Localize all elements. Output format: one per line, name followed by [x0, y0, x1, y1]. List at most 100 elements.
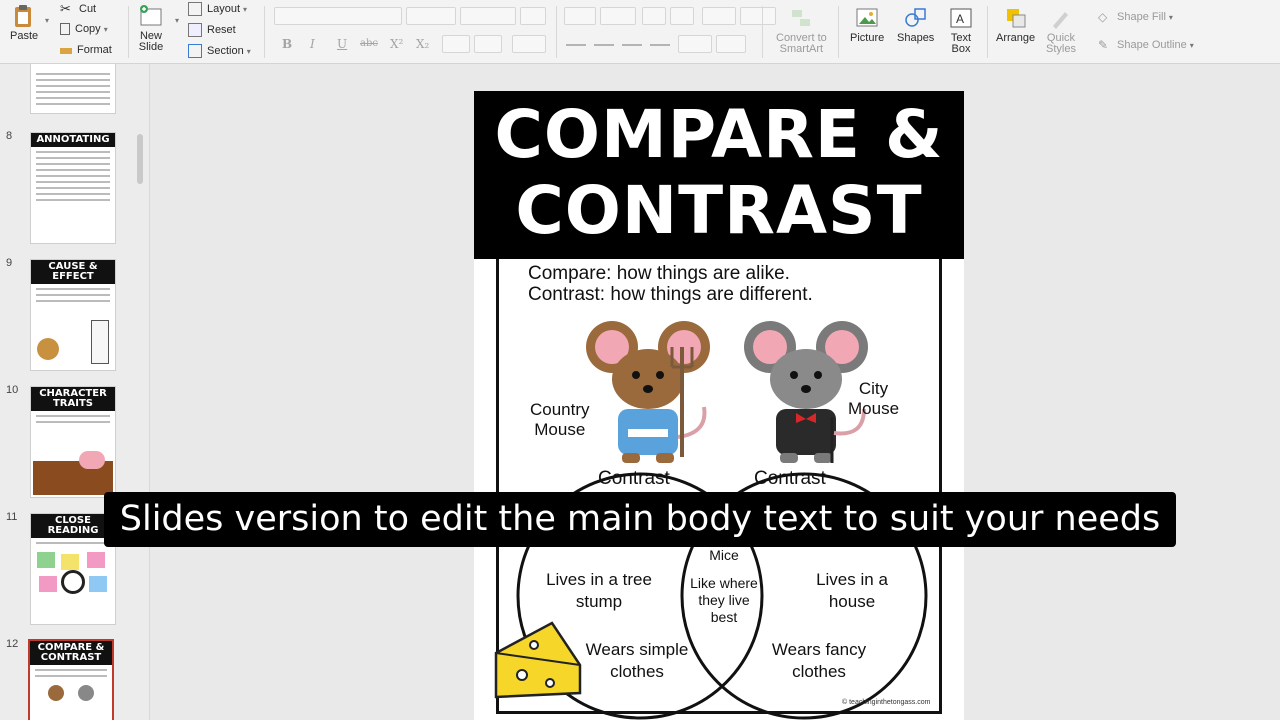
cheese-image: [494, 621, 582, 699]
font-name-dropdown[interactable]: [274, 7, 402, 25]
layout-button[interactable]: Layout ▾: [188, 2, 247, 16]
shape-outline-button[interactable]: ✎ Shape Outline ▾: [1098, 38, 1194, 52]
country-mouse-label[interactable]: Country Mouse: [530, 400, 590, 440]
shape-fill-button[interactable]: ◇ Shape Fill ▾: [1098, 10, 1173, 24]
title-banner: COMPARE & CONTRAST: [474, 91, 964, 259]
section-label: Section: [207, 45, 244, 57]
shape-outline-label: Shape Outline: [1117, 39, 1187, 51]
shapes-button[interactable]: Shapes: [897, 6, 934, 44]
justify-button[interactable]: [650, 44, 670, 46]
mouse-image: [48, 685, 64, 701]
contrast-left-label[interactable]: Contrast: [598, 469, 670, 489]
convert-smartart-button[interactable]: Convert to SmartArt: [776, 6, 827, 55]
text-direction-button[interactable]: [678, 35, 712, 53]
slide-title-line-1[interactable]: COMPARE &: [474, 97, 964, 173]
paste-button[interactable]: Paste: [10, 4, 38, 42]
slide-thumbnail[interactable]: CAUSE & EFFECT: [30, 259, 116, 371]
slide-thumbnail[interactable]: CHARACTER TRAITS: [30, 386, 116, 498]
reset-icon: [188, 23, 202, 37]
slide-thumbnail[interactable]: ANNOTATING: [30, 132, 116, 244]
align-left-button[interactable]: [566, 44, 586, 46]
superscript-button[interactable]: X²: [390, 37, 403, 51]
ribbon-divider: [264, 6, 265, 58]
layout-icon: [188, 2, 202, 16]
font-size-stepper[interactable]: [460, 7, 516, 25]
contrast-right-label[interactable]: Contrast: [754, 469, 826, 489]
shape-fill-label: Shape Fill: [1117, 11, 1166, 23]
text-box-button[interactable]: A Text Box: [948, 6, 974, 55]
slide-number: 12: [6, 638, 19, 650]
shapes-label: Shapes: [897, 32, 935, 44]
ribbon-divider: [838, 6, 839, 58]
columns-button[interactable]: [740, 7, 776, 25]
layout-label: Layout: [207, 3, 241, 15]
slide-thumbnails-pane[interactable]: 8 ANNOTATING 9 CAUSE & EFFECT 10 CHARACT…: [0, 64, 150, 720]
city-mouse-label[interactable]: City Mouse: [848, 379, 899, 419]
increase-indent-button[interactable]: [670, 7, 694, 25]
subscript-button[interactable]: X₂: [416, 37, 429, 51]
align-text-button[interactable]: [716, 35, 746, 53]
copy-label: Copy: [75, 23, 101, 35]
right-item-fancy-clothes[interactable]: Wears fancy clothes: [756, 639, 882, 683]
middle-item-like-where-they-live[interactable]: Like where they live best: [678, 575, 770, 626]
change-case-button[interactable]: [474, 35, 502, 53]
ribbon-divider: [128, 6, 129, 58]
left-item-tree-stump[interactable]: Lives in a tree stump: [534, 569, 664, 613]
copy-button[interactable]: Copy ▾: [60, 23, 108, 35]
paint-bucket-icon: ◇: [1098, 10, 1108, 24]
milk-glass-image: [91, 320, 109, 364]
slide-number: 8: [6, 130, 13, 142]
quick-styles-button[interactable]: Quick Styles: [1046, 6, 1076, 55]
align-center-button[interactable]: [594, 44, 614, 46]
format-painter-button[interactable]: Format: [60, 44, 112, 56]
italic-button[interactable]: I: [310, 37, 315, 51]
section-button[interactable]: Section ▾: [188, 44, 251, 58]
compare-definition[interactable]: Compare: how things are alike.: [528, 263, 790, 284]
new-slide-dropdown-icon[interactable]: ▾: [175, 16, 179, 25]
paste-label: Paste: [10, 30, 39, 42]
slide-number: 11: [6, 511, 18, 523]
character-spacing-button[interactable]: [442, 35, 470, 53]
decrease-indent-button[interactable]: [642, 7, 666, 25]
slide[interactable]: COMPARE & CONTRAST Compare: how things a…: [474, 91, 964, 720]
pig-image: [79, 451, 105, 469]
strikethrough-button[interactable]: abc: [360, 38, 378, 49]
copy-icon: [60, 23, 70, 35]
pen-icon: ✎: [1098, 38, 1109, 52]
thumbnails-scrollbar[interactable]: [137, 134, 143, 184]
reset-button[interactable]: Reset: [188, 23, 236, 37]
slide-title-line-2[interactable]: CONTRAST: [474, 173, 964, 249]
contrast-definition[interactable]: Contrast: how things are different.: [528, 284, 813, 305]
font-size-dropdown[interactable]: [406, 7, 456, 25]
sticky-note: [37, 552, 55, 568]
country-mouse-image: [586, 321, 710, 463]
numbering-button[interactable]: [600, 7, 636, 25]
bold-button[interactable]: B: [282, 37, 292, 51]
slide-thumbnail[interactable]: [30, 64, 116, 114]
arrange-label: Arrange: [996, 32, 1036, 44]
slide-thumbnail-selected[interactable]: COMPARE & CONTRAST: [28, 639, 114, 720]
new-slide-button[interactable]: New Slide: [138, 4, 164, 53]
reset-label: Reset: [207, 24, 236, 36]
bullets-button[interactable]: [564, 7, 596, 25]
align-right-button[interactable]: [622, 44, 642, 46]
arrange-icon: [1006, 9, 1026, 28]
paste-dropdown-icon[interactable]: ▾: [45, 16, 49, 25]
clear-formatting-button[interactable]: [520, 7, 546, 25]
slide-editing-area[interactable]: COMPARE & CONTRAST Compare: how things a…: [151, 64, 1280, 720]
scissors-icon: ✂: [60, 1, 71, 16]
copyright-credit: © teachinginthetongass.com: [842, 699, 931, 706]
ribbon-divider: [556, 6, 557, 58]
right-item-house[interactable]: Lives in a house: [800, 569, 904, 613]
picture-button[interactable]: Picture: [850, 6, 884, 44]
picture-icon: [856, 8, 878, 27]
cut-button[interactable]: ✂ Cut: [60, 2, 96, 16]
middle-title-mice[interactable]: Mice: [684, 547, 764, 564]
arrange-button[interactable]: Arrange: [996, 6, 1035, 44]
slide-number: 10: [6, 384, 19, 396]
font-color-button[interactable]: [512, 35, 546, 53]
line-spacing-button[interactable]: [702, 7, 736, 25]
sticky-note: [87, 552, 105, 568]
left-item-simple-clothes[interactable]: Wears simple clothes: [574, 639, 700, 683]
underline-button[interactable]: U: [337, 37, 347, 51]
